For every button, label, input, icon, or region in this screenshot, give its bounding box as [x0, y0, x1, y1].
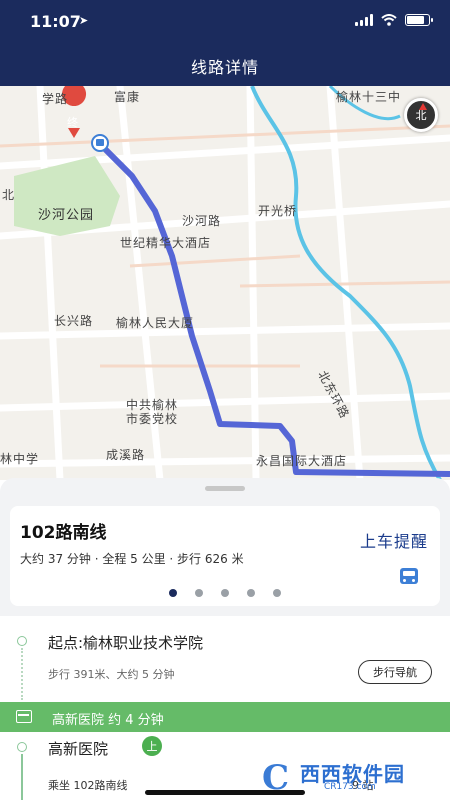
walk-navigation-button[interactable]: 步行导航 — [358, 660, 432, 684]
map-label-chengxi-road: 成溪路 — [106, 448, 146, 462]
map-label-yongchang-hotel: 永昌国际大酒店 — [256, 454, 348, 468]
compass-label: 北 — [415, 109, 427, 122]
map-view[interactable]: 富康 学路 榆林十三中 北 沙河公园 沙河路 开光桥 世纪精华大酒店 长兴路 榆… — [0, 86, 450, 480]
map-label-road-left-top: 学路 — [42, 92, 69, 106]
page-dot[interactable] — [221, 589, 229, 597]
start-point-text: 起点:榆林职业技术学院 — [48, 634, 204, 652]
start-circle-icon — [17, 636, 27, 646]
status-icons — [355, 14, 433, 26]
drag-handle[interactable] — [205, 486, 245, 491]
map-label-party-school-2: 市委党校 — [126, 412, 179, 426]
compass-icon[interactable]: 北 — [404, 98, 438, 132]
ride-info: 乘坐 102路南线 — [48, 779, 128, 792]
walk-info: 步行 391米、大约 5 分钟 — [48, 668, 175, 681]
page-dot[interactable] — [247, 589, 255, 597]
route-name: 102路南线 — [20, 523, 107, 543]
page-dot[interactable] — [195, 589, 203, 597]
home-indicator[interactable] — [145, 790, 305, 795]
status-time: 11:07 — [30, 12, 81, 31]
map-label-middle-school: 林中学 — [0, 452, 40, 466]
bus-icon — [16, 710, 32, 723]
walk-path-line — [21, 648, 23, 700]
page-title: 线路详情 — [190, 58, 259, 77]
map-label-road-top: 富康 — [114, 90, 141, 104]
wifi-icon — [381, 14, 397, 26]
map-label-park: 沙河公园 — [38, 208, 95, 223]
signal-icon — [355, 14, 373, 26]
route-sheet: 102路南线 大约 37 分钟 · 全程 5 公里 · 步行 626 米 上车提… — [0, 478, 450, 800]
route-info: 大约 37 分钟 · 全程 5 公里 · 步行 626 米 — [20, 552, 244, 566]
page-dot[interactable] — [169, 589, 177, 597]
map-label-kaiguang-bridge: 开光桥 — [258, 204, 298, 218]
map-canvas — [0, 86, 450, 480]
location-arrow-icon: ➤ — [79, 14, 89, 27]
stop-circle-icon — [17, 742, 27, 752]
map-label-shahe-road: 沙河路 — [182, 214, 222, 228]
end-marker-label: 终 — [67, 116, 79, 129]
stop-name: 高新医院 — [48, 740, 109, 758]
boarding-reminder-button[interactable]: 上车提醒 — [360, 528, 428, 552]
map-label-hotel: 世纪精华大酒店 — [120, 236, 212, 250]
bus-segment-text: 高新医院 约 4 分钟 — [52, 713, 164, 728]
watermark-sub: CR173.com — [324, 782, 376, 792]
map-label-district: 榆林十三中 — [336, 90, 402, 104]
map-label-changxing-road: 长兴路 — [54, 314, 94, 328]
ride-line — [21, 754, 23, 800]
map-label-people-building: 榆林人民大厦 — [116, 316, 195, 330]
page-indicator — [0, 589, 450, 597]
bus-segment-bar[interactable]: 高新医院 约 4 分钟 — [0, 702, 450, 732]
page-dot[interactable] — [273, 589, 281, 597]
map-label-left-edge: 北 — [2, 188, 16, 202]
battery-icon — [405, 14, 433, 26]
app-header: 11:07 ➤ 线路详情 — [0, 0, 450, 86]
board-icon: 上 — [142, 736, 162, 756]
bus-icon — [400, 568, 418, 584]
